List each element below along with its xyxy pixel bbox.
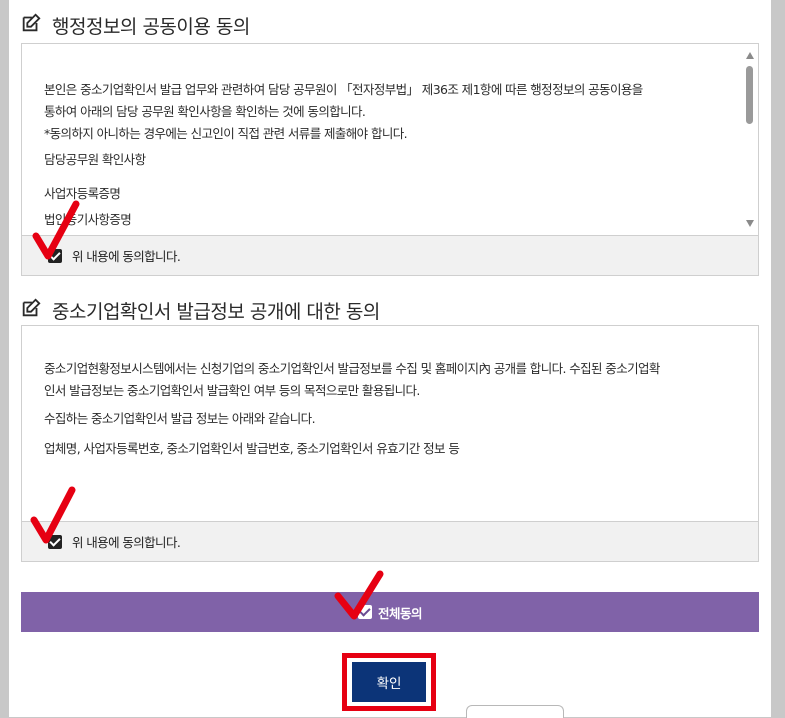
scroll-up-icon[interactable]: [746, 52, 754, 59]
edit-icon: [20, 12, 42, 39]
section2-line: 업체명, 사업자등록번호, 중소기업확인서 발급번호, 중소기업확인서 유효기간…: [44, 441, 460, 456]
section1-line: 사업자등록증명: [44, 186, 121, 201]
scroll-down-icon[interactable]: [746, 220, 754, 227]
section1-line: 담당공무원 확인사항: [44, 152, 146, 167]
section2-heading: 중소기업확인서 발급정보 공개에 대한 동의: [20, 297, 380, 324]
section2-line: 중소기업현황정보시스템에서는 신청기업의 중소기업확인서 발급정보를 수집 및 …: [44, 361, 660, 376]
agree-all-button[interactable]: 전체동의: [21, 592, 759, 632]
section2-line: 수집하는 중소기업확인서 발급 정보는 아래와 같습니다.: [44, 411, 316, 426]
section1-textbox[interactable]: 본인은 중소기업확인서 발급 업무와 관련하여 담당 공무원이 「전자정부법」 …: [21, 43, 759, 236]
section1-heading: 행정정보의 공동이용 동의: [20, 12, 250, 39]
bottom-tab: [466, 705, 564, 718]
section1-agree-checkbox[interactable]: [48, 248, 62, 263]
section1-title: 행정정보의 공동이용 동의: [52, 16, 250, 38]
scrollbar[interactable]: [742, 44, 758, 235]
section1-agree-label: 위 내용에 동의합니다.: [72, 249, 181, 264]
edit-icon: [20, 297, 42, 324]
section1-line: *동의하지 아니하는 경우에는 신고인이 직접 관련 서류를 제출해야 합니다.: [44, 126, 408, 141]
agree-all-label: 전체동의: [377, 605, 423, 621]
confirm-button[interactable]: 확인: [352, 662, 426, 702]
section2-agree-checkbox[interactable]: [48, 534, 62, 549]
scroll-thumb[interactable]: [746, 66, 753, 124]
section2-textbox[interactable]: 중소기업현황정보시스템에서는 신청기업의 중소기업확인서 발급정보를 수집 및 …: [21, 325, 759, 522]
section1-line: 본인은 중소기업확인서 발급 업무와 관련하여 담당 공무원이 「전자정부법」 …: [44, 82, 643, 97]
section2-agree-row[interactable]: 위 내용에 동의합니다.: [21, 522, 759, 562]
section2-title: 중소기업확인서 발급정보 공개에 대한 동의: [52, 301, 380, 323]
section1-line: 법인등기사항증명: [44, 212, 132, 227]
section1-agree-row[interactable]: 위 내용에 동의합니다.: [21, 236, 759, 276]
section1-line: 통하여 아래의 담당 공무원 확인사항을 확인하는 것에 동의합니다.: [44, 104, 366, 119]
agree-all-checkbox[interactable]: [357, 605, 372, 619]
section2-line: 인서 발급정보는 중소기업확인서 발급확인 여부 등의 목적으로만 활용됩니다.: [44, 383, 420, 398]
confirm-highlight: 확인: [342, 653, 436, 711]
section2-agree-label: 위 내용에 동의합니다.: [72, 535, 181, 550]
